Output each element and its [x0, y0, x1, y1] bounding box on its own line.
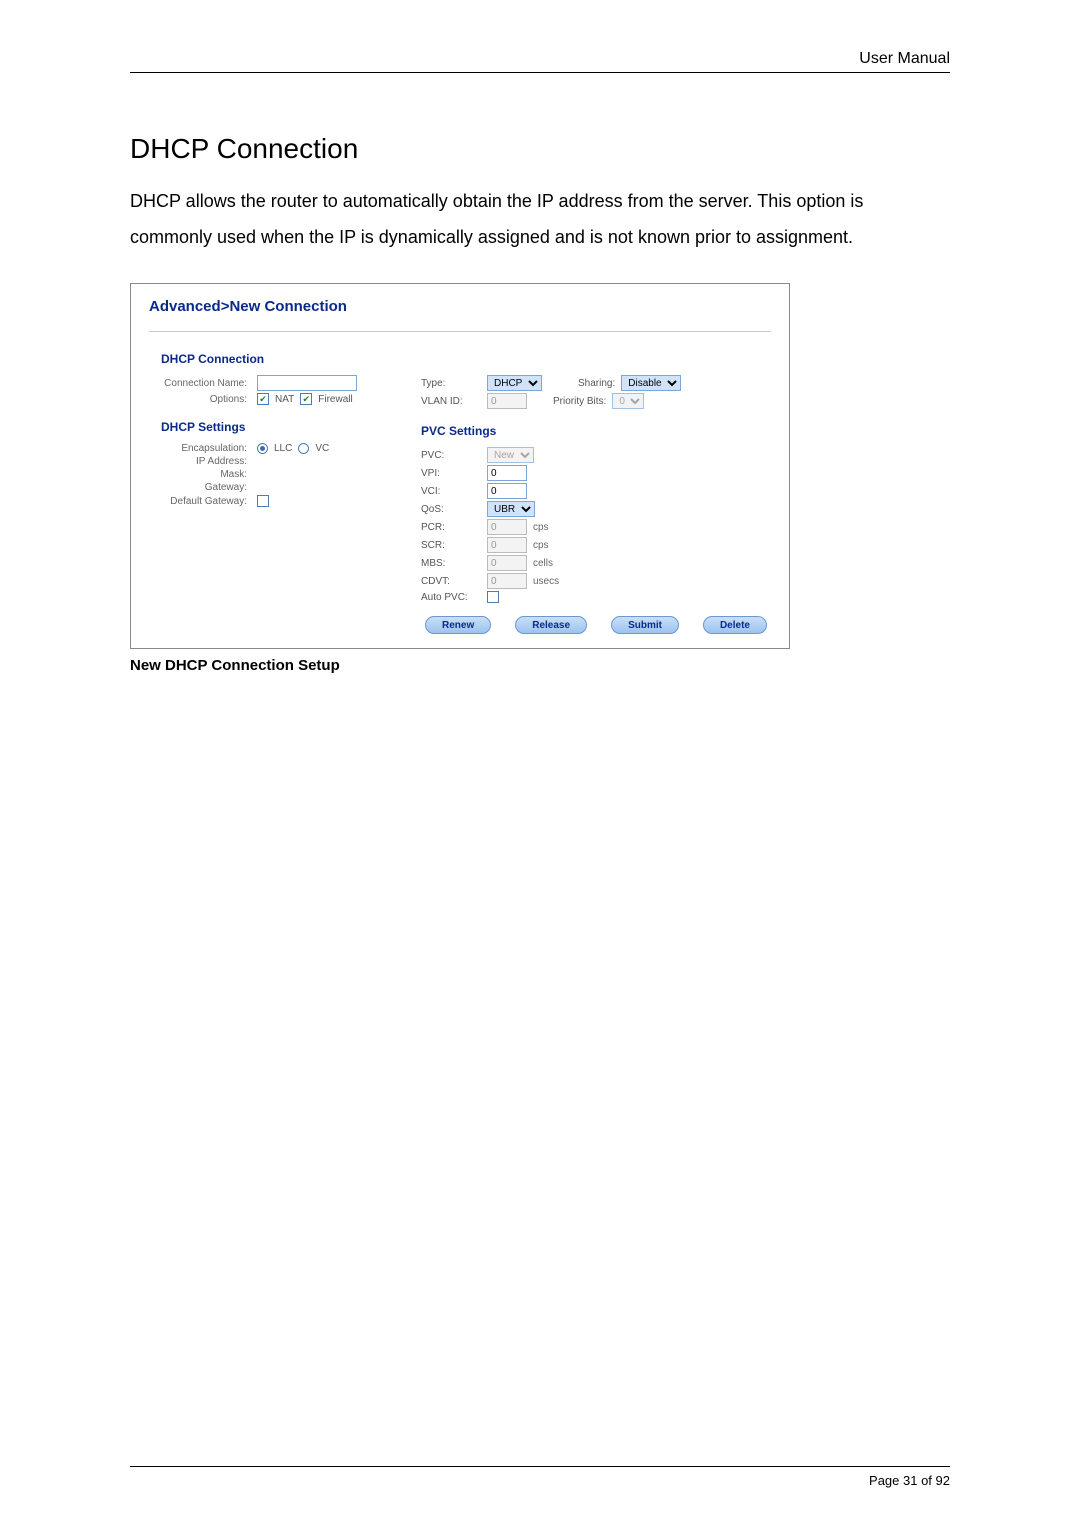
sharing-select[interactable]: Disable [621, 375, 681, 391]
mask-label: Mask: [161, 469, 251, 480]
cdvt-label: CDVT: [421, 576, 481, 587]
nat-checkbox[interactable] [257, 393, 269, 405]
body-paragraph: DHCP allows the router to automatically … [130, 183, 950, 255]
encap-llc-radio[interactable] [257, 443, 268, 454]
panel-title: Advanced>New Connection [149, 298, 771, 315]
type-label: Type: [421, 378, 481, 389]
encap-vc-radio[interactable] [298, 443, 309, 454]
pvc-label: PVC: [421, 450, 481, 461]
vlanid-input [487, 393, 527, 409]
dhcp-conn-title: DHCP Connection [161, 352, 771, 366]
default-gw-checkbox[interactable] [257, 495, 269, 507]
renew-button[interactable]: Renew [425, 616, 491, 634]
pcr-label: PCR: [421, 522, 481, 533]
mbs-input [487, 555, 527, 571]
screenshot-panel: Advanced>New Connection DHCP Connection … [130, 283, 790, 649]
default-gw-label: Default Gateway: [161, 496, 251, 507]
qos-select[interactable]: UBR [487, 501, 535, 517]
priority-label: Priority Bits: [553, 396, 606, 407]
encap-label: Encapsulation: [161, 443, 251, 454]
ip-label: IP Address: [161, 456, 251, 467]
doc-label: User Manual [859, 50, 950, 67]
vpi-label: VPI: [421, 468, 481, 479]
sharing-label: Sharing: [578, 378, 615, 389]
figure-caption: New DHCP Connection Setup [130, 657, 950, 674]
page-number: Page 31 of 92 [869, 1473, 950, 1488]
dhcp-settings-title: DHCP Settings [161, 420, 381, 434]
nat-label: NAT [275, 394, 294, 405]
pcr-unit: cps [533, 522, 549, 533]
page-heading: DHCP Connection [130, 133, 950, 165]
pcr-input [487, 519, 527, 535]
release-button[interactable]: Release [515, 616, 587, 634]
page-footer: Page 31 of 92 [130, 1466, 950, 1488]
firewall-label: Firewall [318, 394, 352, 405]
vci-label: VCI: [421, 486, 481, 497]
vlanid-label: VLAN ID: [421, 396, 481, 407]
encap-vc-label: VC [315, 443, 329, 454]
divider [149, 331, 771, 332]
scr-label: SCR: [421, 540, 481, 551]
vci-input[interactable] [487, 483, 527, 499]
pvc-select: New [487, 447, 534, 463]
autopvc-label: Auto PVC: [421, 592, 481, 603]
qos-label: QoS: [421, 504, 481, 515]
type-select[interactable]: DHCP [487, 375, 542, 391]
autopvc-checkbox[interactable] [487, 591, 499, 603]
vpi-input[interactable] [487, 465, 527, 481]
mbs-label: MBS: [421, 558, 481, 569]
encap-llc-label: LLC [274, 443, 292, 454]
conn-name-label: Connection Name: [161, 378, 251, 389]
scr-unit: cps [533, 540, 549, 551]
conn-name-input[interactable] [257, 375, 357, 391]
cdvt-input [487, 573, 527, 589]
mbs-unit: cells [533, 558, 553, 569]
firewall-checkbox[interactable] [300, 393, 312, 405]
doc-header: User Manual [130, 50, 950, 73]
gateway-label: Gateway: [161, 482, 251, 493]
submit-button[interactable]: Submit [611, 616, 679, 634]
priority-select: 0 [612, 393, 644, 409]
delete-button[interactable]: Delete [703, 616, 767, 634]
scr-input [487, 537, 527, 553]
cdvt-unit: usecs [533, 576, 559, 587]
options-label: Options: [161, 394, 251, 405]
pvc-title: PVC Settings [421, 424, 771, 438]
